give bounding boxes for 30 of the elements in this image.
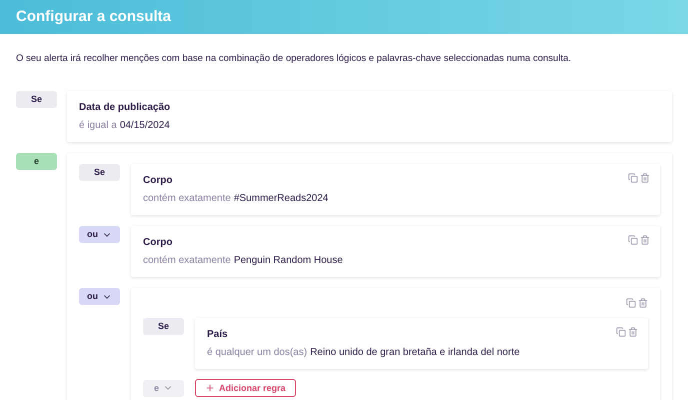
rule-condition: é qualquer um dos(as)	[207, 346, 308, 360]
copy-icon[interactable]	[628, 173, 638, 184]
copy-icon[interactable]	[626, 298, 636, 308]
delete-icon[interactable]	[640, 235, 650, 246]
copy-icon[interactable]	[616, 327, 626, 338]
page-title: Configurar a consulta	[16, 6, 172, 27]
operator-dropdown[interactable]: ou	[79, 226, 120, 244]
rule-field: Corpo	[143, 235, 343, 250]
description-text: O seu alerta irá recolher menções com base na combinação de operadores lógicos e palavras-chave seleccionadas numa consulta.	[15, 52, 572, 66]
plus-icon	[205, 383, 215, 394]
operator-label: Se	[16, 91, 57, 108]
delete-icon[interactable]	[628, 327, 638, 338]
rule-value: #SummerReads2024	[234, 192, 328, 206]
delete-icon[interactable]	[640, 173, 650, 184]
operator-label: Se	[143, 318, 184, 336]
rule-condition: contém exatamente	[143, 192, 231, 206]
operator-label: Se	[79, 164, 120, 182]
rule-value: Penguin Random House	[234, 254, 343, 268]
delete-icon[interactable]	[638, 298, 648, 308]
rule-field: Data de publicação	[79, 100, 170, 116]
rule-field: Corpo	[143, 173, 328, 188]
add-rule-button[interactable]: Adicionar regra	[195, 379, 296, 398]
rule-condition: contém exatamente	[143, 254, 231, 268]
rule-value: 04/15/2024	[120, 119, 170, 134]
rule-value: Reino unido de gran bretaña e irlanda del norte	[310, 346, 520, 360]
copy-icon[interactable]	[628, 235, 638, 246]
rule-field: País	[207, 327, 520, 342]
operator-label: e	[16, 153, 57, 170]
rule-condition: é igual a	[79, 119, 117, 134]
operator-dropdown[interactable]: ou	[79, 288, 120, 306]
